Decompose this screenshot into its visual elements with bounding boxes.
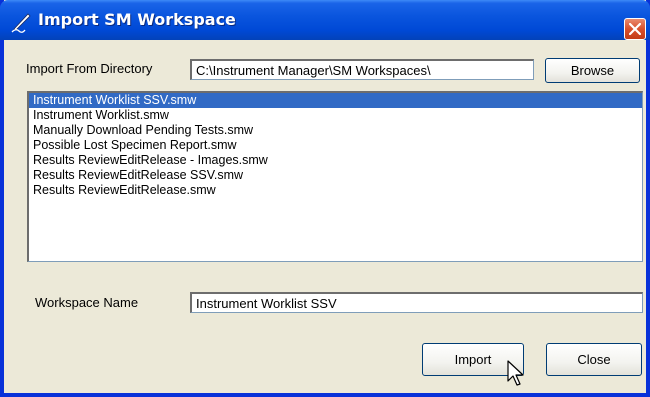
import-dialog: Import SM Workspace Import From Director…: [0, 0, 650, 397]
list-item[interactable]: Manually Download Pending Tests.smw: [29, 123, 642, 138]
list-item[interactable]: Results ReviewEditRelease SSV.smw: [29, 168, 642, 183]
browse-button[interactable]: Browse: [545, 58, 640, 83]
list-item[interactable]: Instrument Worklist.smw: [29, 108, 642, 123]
workspace-name-label: Workspace Name: [35, 295, 139, 310]
close-window-button[interactable]: [624, 18, 646, 40]
list-item[interactable]: Instrument Worklist SSV.smw: [29, 93, 642, 108]
close-icon: [629, 23, 641, 35]
directory-field[interactable]: C:\Instrument Manager\SM Workspaces\: [190, 59, 534, 80]
directory-label: Import From Directory: [26, 61, 153, 76]
close-button[interactable]: Close: [546, 343, 642, 376]
pen-icon: [11, 13, 31, 33]
workspace-name-field[interactable]: Instrument Worklist SSV: [190, 292, 643, 313]
window-title: Import SM Workspace: [38, 10, 236, 29]
list-item[interactable]: Possible Lost Specimen Report.smw: [29, 138, 642, 153]
workspace-file-list[interactable]: Instrument Worklist SSV.smw Instrument W…: [27, 91, 643, 262]
mouse-pointer-icon: [507, 360, 524, 386]
list-item[interactable]: Results ReviewEditRelease.smw: [29, 183, 642, 198]
title-bar[interactable]: Import SM Workspace: [0, 0, 650, 40]
list-item[interactable]: Results ReviewEditRelease - Images.smw: [29, 153, 642, 168]
